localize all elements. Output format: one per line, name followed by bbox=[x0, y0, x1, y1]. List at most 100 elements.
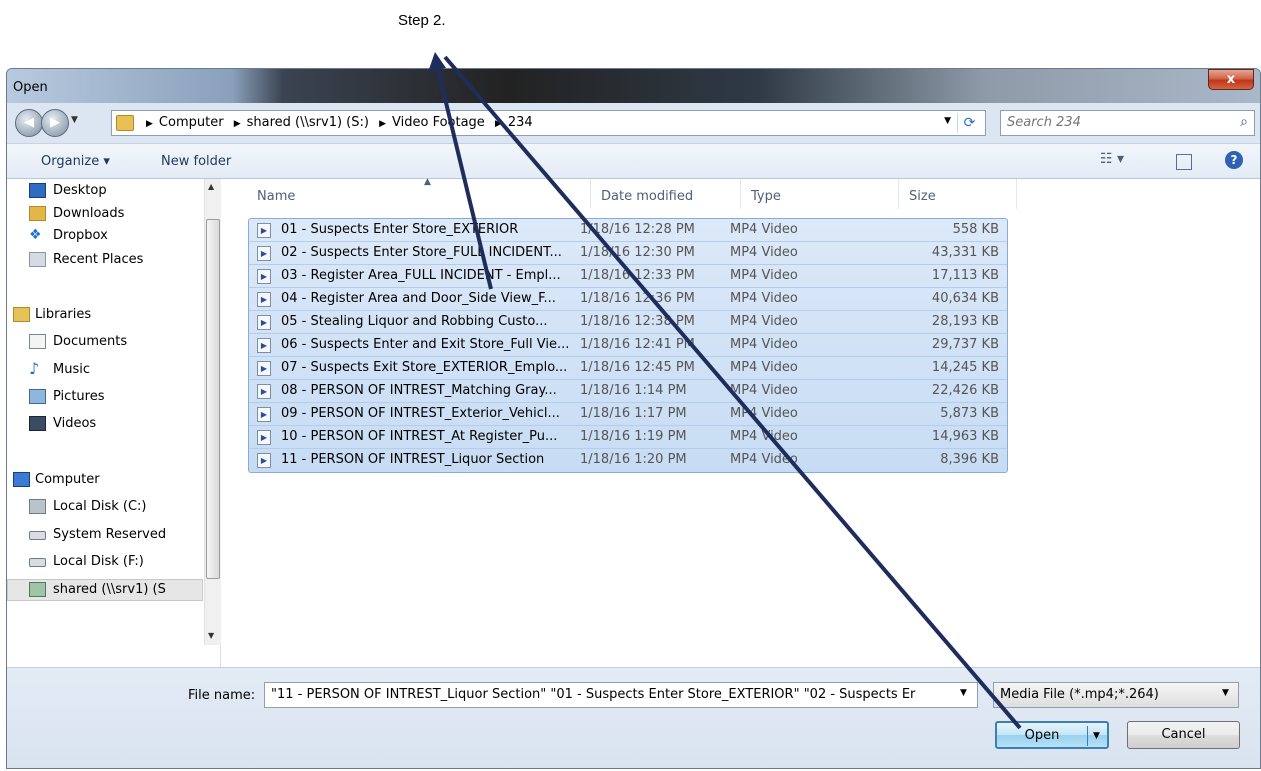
video-file-icon: ▶ bbox=[257, 269, 271, 284]
computer-icon bbox=[13, 472, 30, 487]
breadcrumb-computer[interactable]: Computer bbox=[159, 115, 224, 130]
close-button[interactable]: x bbox=[1208, 69, 1254, 90]
nav-item-music[interactable]: ♪ Music bbox=[7, 360, 197, 382]
scrollbar-thumb[interactable] bbox=[206, 219, 220, 579]
videos-icon bbox=[29, 416, 46, 431]
file-row[interactable]: ▶ 03 - Register Area_FULL INCIDENT - Empl… bbox=[249, 265, 1007, 288]
scroll-up-icon[interactable]: ▲ bbox=[208, 182, 214, 191]
address-bar[interactable]: ▶ Computer ▶ shared (\\srv1) (S:) ▶ Video F… bbox=[111, 110, 986, 136]
file-name: 08 - PERSON OF INTREST_Matching Gray... bbox=[281, 383, 557, 398]
column-divider[interactable] bbox=[590, 179, 591, 209]
file-size: 14,245 KB bbox=[931, 360, 999, 375]
file-row[interactable]: ▶ 01 - Suspects Enter Store_EXTERIOR 1/18/… bbox=[249, 219, 1007, 242]
video-file-icon: ▶ bbox=[257, 407, 271, 422]
file-date-modified: 1/18/16 12:45 PM bbox=[580, 360, 695, 375]
nav-item-system-reserved[interactable]: System Reserved bbox=[7, 525, 203, 547]
nav-item-recent-places[interactable]: Recent Places bbox=[7, 250, 197, 272]
nav-item-videos[interactable]: Videos bbox=[7, 414, 197, 436]
file-row[interactable]: ▶ 07 - Suspects Exit Store_EXTERIOR_Emplo… bbox=[249, 357, 1007, 380]
nav-item-downloads[interactable]: Downloads bbox=[7, 204, 197, 226]
file-size: 558 KB bbox=[952, 222, 999, 237]
command-bar: Organize ▾ New folder ☷ ▾ ? bbox=[7, 143, 1260, 179]
cancel-button[interactable]: Cancel bbox=[1127, 721, 1240, 749]
downloads-icon bbox=[29, 206, 46, 221]
file-size: 17,113 KB bbox=[931, 268, 999, 283]
column-header-size[interactable]: Size bbox=[909, 189, 936, 204]
file-name: 05 - Stealing Liquor and Robbing Custo..… bbox=[281, 314, 548, 329]
organize-button[interactable]: Organize ▾ bbox=[41, 154, 110, 169]
file-type: MP4 Video bbox=[730, 406, 798, 421]
nav-item-pictures[interactable]: Pictures bbox=[7, 387, 197, 409]
dialog-footer: File name: "11 - PERSON OF INTREST_Liquo… bbox=[7, 667, 1260, 768]
change-view-icon[interactable]: ☷ ▾ bbox=[1100, 151, 1124, 167]
new-folder-button[interactable]: New folder bbox=[161, 154, 231, 169]
nav-item-libraries[interactable]: Libraries bbox=[7, 305, 197, 327]
search-box[interactable]: ⌕ bbox=[1000, 110, 1255, 136]
drive-icon bbox=[29, 531, 46, 540]
file-name: 09 - PERSON OF INTREST_Exterior_Vehicl..… bbox=[281, 406, 560, 421]
scroll-down-icon[interactable]: ▼ bbox=[208, 631, 214, 640]
column-divider[interactable] bbox=[740, 179, 741, 209]
music-icon: ♪ bbox=[29, 359, 40, 378]
breadcrumb-234[interactable]: 234 bbox=[508, 115, 533, 130]
column-header-name[interactable]: Name bbox=[257, 189, 295, 204]
column-divider[interactable] bbox=[898, 179, 899, 209]
nav-item-documents[interactable]: Documents bbox=[7, 332, 197, 354]
nav-item-dropbox[interactable]: ❖ Dropbox bbox=[7, 226, 197, 248]
column-divider[interactable] bbox=[1016, 179, 1017, 209]
folder-icon bbox=[116, 115, 134, 131]
file-row[interactable]: ▶ 10 - PERSON OF INTREST_At Register_Pu..… bbox=[249, 426, 1007, 449]
back-button[interactable]: ◀ bbox=[15, 109, 43, 137]
file-date-modified: 1/18/16 12:28 PM bbox=[580, 222, 695, 237]
file-row[interactable]: ▶ 08 - PERSON OF INTREST_Matching Gray...… bbox=[249, 380, 1007, 403]
file-row[interactable]: ▶ 09 - PERSON OF INTREST_Exterior_Vehicl.… bbox=[249, 403, 1007, 426]
file-date-modified: 1/18/16 1:19 PM bbox=[580, 429, 687, 444]
file-date-modified: 1/18/16 12:41 PM bbox=[580, 337, 695, 352]
file-type: MP4 Video bbox=[730, 245, 798, 260]
forward-arrow-icon: ▶ bbox=[50, 115, 60, 130]
file-size: 40,634 KB bbox=[931, 291, 999, 306]
nav-item-local-disk-c[interactable]: Local Disk (C:) bbox=[7, 497, 197, 519]
file-name-dropdown-icon[interactable]: ▼ bbox=[960, 688, 967, 698]
file-date-modified: 1/18/16 12:30 PM bbox=[580, 245, 695, 260]
title-bar[interactable]: Open x bbox=[7, 69, 1260, 103]
breadcrumb-separator-icon: ▶ bbox=[233, 119, 241, 129]
file-type: MP4 Video bbox=[730, 452, 798, 467]
nav-pane-scrollbar[interactable]: ▲ ▼ bbox=[204, 179, 221, 645]
open-button[interactable]: Open ▼ bbox=[995, 721, 1109, 749]
preview-pane-icon[interactable] bbox=[1176, 154, 1192, 170]
file-type-dropdown-icon[interactable]: ▼ bbox=[1222, 688, 1229, 698]
file-type: MP4 Video bbox=[730, 337, 798, 352]
search-input[interactable] bbox=[1007, 115, 1227, 130]
breadcrumb-video-footage[interactable]: Video Footage bbox=[392, 115, 485, 130]
file-row[interactable]: ▶ 06 - Suspects Enter and Exit Store_Full… bbox=[249, 334, 1007, 357]
nav-item-desktop[interactable]: Desktop bbox=[7, 181, 197, 203]
file-size: 29,737 KB bbox=[931, 337, 999, 352]
nav-item-computer[interactable]: Computer bbox=[7, 470, 197, 492]
file-row[interactable]: ▶ 05 - Stealing Liquor and Robbing Custo.… bbox=[249, 311, 1007, 334]
recent-pages-dropdown-icon[interactable]: ▼ bbox=[71, 115, 78, 125]
forward-button[interactable]: ▶ bbox=[41, 109, 69, 137]
file-name: 04 - Register Area and Door_Side View_F.… bbox=[281, 291, 556, 306]
navigation-bar: ◀ ▶ ▼ ▶ Computer ▶ shared (\\srv1) (S:) ▶ V… bbox=[7, 103, 1260, 143]
breadcrumb-shared-drive[interactable]: shared (\\srv1) (S:) bbox=[247, 115, 369, 130]
open-options-dropdown-icon[interactable]: ▼ bbox=[1093, 723, 1100, 749]
file-row[interactable]: ▶ 02 - Suspects Enter Store_FULL INCIDENT… bbox=[249, 242, 1007, 265]
file-date-modified: 1/18/16 1:20 PM bbox=[580, 452, 687, 467]
file-name-input[interactable]: "11 - PERSON OF INTREST_Liquor Section" … bbox=[264, 682, 978, 708]
file-row[interactable]: ▶ 11 - PERSON OF INTREST_Liquor Section 1/… bbox=[249, 449, 1007, 472]
file-name: 11 - PERSON OF INTREST_Liquor Section bbox=[281, 452, 545, 467]
file-row[interactable]: ▶ 04 - Register Area and Door_Side View_F… bbox=[249, 288, 1007, 311]
search-icon[interactable]: ⌕ bbox=[1240, 114, 1248, 130]
help-icon[interactable]: ? bbox=[1225, 151, 1243, 169]
nav-item-local-disk-f[interactable]: Local Disk (F:) bbox=[7, 552, 197, 574]
video-file-icon: ▶ bbox=[257, 223, 271, 238]
column-header-date-modified[interactable]: Date modified bbox=[601, 189, 693, 204]
column-header-type[interactable]: Type bbox=[751, 189, 781, 204]
file-type-select[interactable]: Media File (*.mp4;*.264) bbox=[993, 682, 1239, 708]
address-dropdown-icon[interactable]: ▼ bbox=[944, 116, 951, 126]
refresh-icon[interactable]: ⟳ bbox=[957, 113, 981, 133]
breadcrumb-separator-icon: ▶ bbox=[494, 119, 502, 129]
drive-icon bbox=[29, 499, 46, 514]
nav-item-shared-drive[interactable]: shared (\\srv1) (S bbox=[7, 579, 203, 601]
